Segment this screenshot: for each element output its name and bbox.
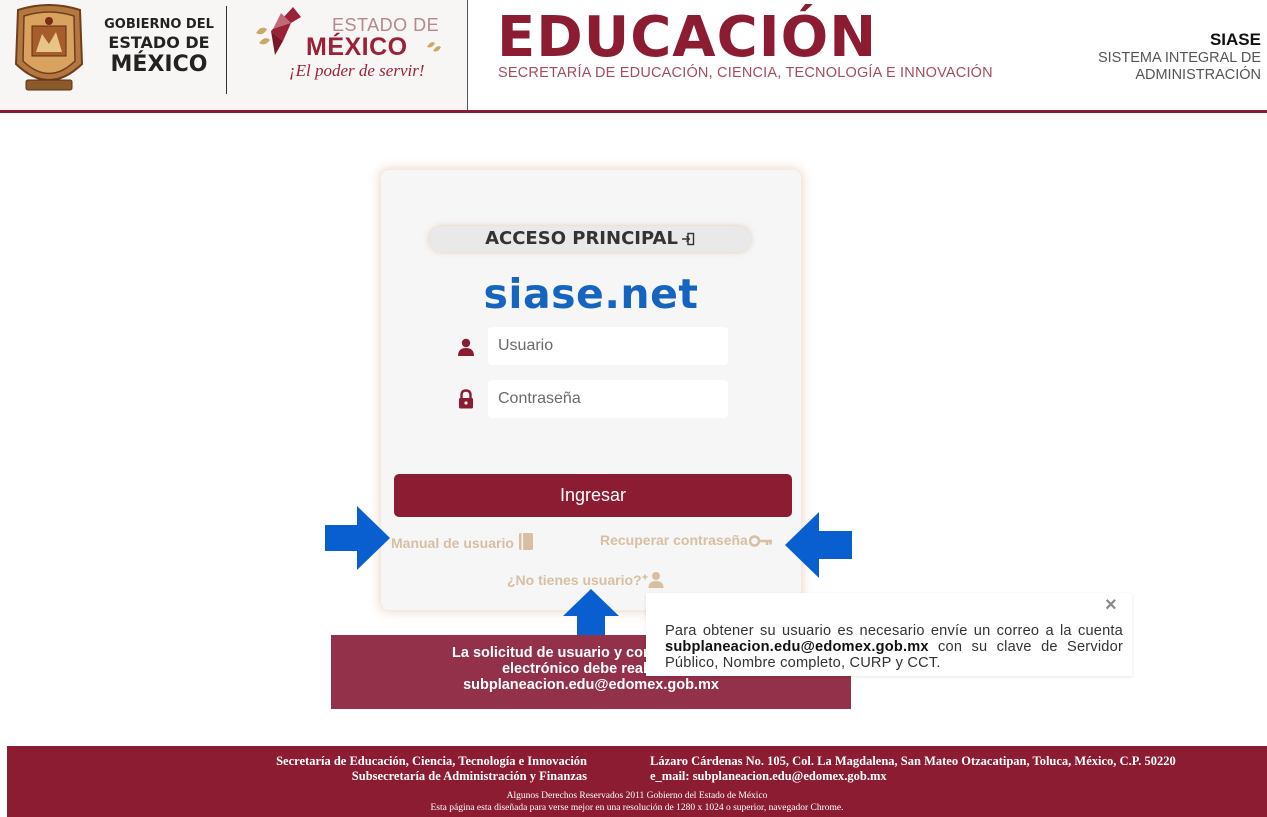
user-icon <box>458 338 474 356</box>
access-heading: ACCESO PRINCIPAL <box>429 226 751 252</box>
gob-line3: MÉXICO <box>110 52 208 78</box>
key-icon <box>748 535 772 547</box>
government-logo-block: GOBIERNO DEL ESTADO DE MÉXICO ESTADO DE … <box>0 0 468 110</box>
footer-left-line2: Subsecretaría de Administración y Finanz… <box>351 769 587 783</box>
leaf-decoration-icon <box>427 42 441 52</box>
login-button[interactable]: Ingresar <box>394 474 792 517</box>
footer-left-line1: Secretaría de Educación, Ciencia, Tecnol… <box>276 754 587 768</box>
footer-legal: Algunos Derechos Reservados 2011 Gobiern… <box>7 790 1267 814</box>
education-title: EDUCACIÓN <box>497 5 878 70</box>
footer-institution: Secretaría de Educación, Ciencia, Tecnol… <box>276 754 587 784</box>
footer-bottom-line1: Algunos Derechos Reservados 2011 Gobiern… <box>506 791 768 801</box>
manual-link-text: Manual de usuario <box>391 535 514 551</box>
add-user-icon <box>642 572 664 588</box>
username-input[interactable] <box>488 327 728 365</box>
lock-icon <box>459 389 473 409</box>
manual-link[interactable]: Manual de usuario <box>391 532 534 551</box>
arrow-right-icon <box>325 506 390 570</box>
password-input[interactable] <box>488 380 728 418</box>
banner-line3: subplaneacion.edu@edomex.gob.mx <box>463 677 719 693</box>
siase-title: SIASE <box>1209 30 1261 49</box>
header-divider <box>226 6 227 94</box>
footer-bottom-line2: Esta página esta diseñada para verse mej… <box>430 803 844 813</box>
login-enter-icon <box>681 232 695 246</box>
brand-name: siase.net <box>483 270 699 318</box>
no-user-text: ¿No tienes usuario? <box>507 572 642 588</box>
close-icon[interactable]: × <box>1105 594 1117 617</box>
popup-email: subplaneacion.edu@edomex.gob.mx <box>665 639 929 655</box>
access-heading-text: ACCESO PRINCIPAL <box>485 228 678 249</box>
hummingbird-logo-icon <box>256 7 301 55</box>
edo-slogan: ¡El poder de servir! <box>289 61 425 80</box>
footer-right-line1: Lázaro Cárdenas No. 105, Col. La Magdale… <box>650 754 1176 768</box>
header-divider-2 <box>467 0 468 110</box>
state-seal-icon <box>14 4 84 91</box>
page-header: GOBIERNO DEL ESTADO DE MÉXICO ESTADO DE … <box>0 0 1267 112</box>
gob-line1: GOBIERNO DEL <box>104 17 214 32</box>
recover-password-text: Recuperar contraseña <box>600 532 748 548</box>
book-icon <box>518 533 533 550</box>
footer-right-line2: e_mail: subplaneacion.edu@edomex.gob.mx <box>650 769 887 783</box>
siase-line2: ADMINISTRACIÓN <box>1135 67 1261 84</box>
footer-address: Lázaro Cárdenas No. 105, Col. La Magdale… <box>650 754 1176 784</box>
page-footer: Secretaría de Educación, Ciencia, Tecnol… <box>7 746 1267 817</box>
education-subtitle: SECRETARÍA DE EDUCACIÓN, CIENCIA, TECNOL… <box>498 65 993 81</box>
arrow-left-icon <box>785 512 852 578</box>
no-user-link[interactable]: ¿No tienes usuario? <box>507 571 664 588</box>
gob-line2: ESTADO DE <box>108 32 210 52</box>
popup-text-before: Para obtener su usuario es necesario env… <box>665 623 1123 639</box>
login-card: ACCESO PRINCIPAL siase.net Ingresar Manu… <box>381 170 801 610</box>
info-popup: × Para obtener su usuario es necesario e… <box>646 593 1132 676</box>
popup-message: Para obtener su usuario es necesario env… <box>665 623 1123 671</box>
siase-line1: SISTEMA INTEGRAL DE <box>1097 50 1261 66</box>
siase-info: SIASE SISTEMA INTEGRAL DE ADMINISTRACIÓN <box>1098 30 1261 85</box>
recover-password-link[interactable]: Recuperar contraseña <box>600 532 773 548</box>
edo-line2: MÉXICO <box>306 33 408 61</box>
header-underline <box>0 110 1267 113</box>
government-name: GOBIERNO DEL ESTADO DE MÉXICO <box>99 18 219 77</box>
estado-mexico-logo: ESTADO DE MÉXICO ¡El poder de servir! <box>253 3 453 93</box>
